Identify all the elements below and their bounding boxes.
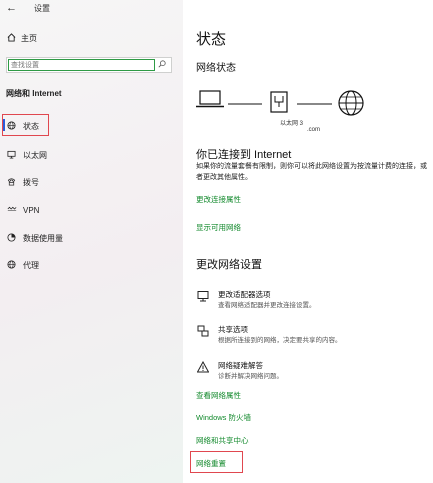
adapter-icon — [197, 290, 209, 302]
change-connection-properties-link[interactable]: 更改连接属性 — [196, 194, 241, 205]
warning-icon — [196, 360, 210, 373]
change-adapter-options[interactable]: 更改适配器选项 查看网络适配器并更改连接设置。 — [196, 289, 426, 313]
option-desc: 查看网络适配器并更改连接设置。 — [218, 302, 316, 309]
sidebar-item-proxy[interactable]: 代理 — [7, 259, 39, 271]
vpn-icon — [7, 205, 23, 215]
back-arrow-icon[interactable]: ← — [6, 2, 20, 14]
page-title: 状态 — [196, 31, 227, 48]
sidebar-item-data-usage[interactable]: 数据使用量 — [7, 232, 63, 244]
app-title: 设置 — [34, 3, 50, 13]
home-icon — [7, 33, 21, 44]
network-reset-highlight — [190, 451, 243, 473]
sharing-icon — [197, 325, 209, 337]
network-domain: .com — [307, 127, 321, 133]
sidebar-item-ethernet[interactable]: 以太网 — [7, 149, 47, 161]
connection-status-title: 你已连接到 Internet — [196, 149, 292, 161]
sidebar-item-label: 代理 — [23, 260, 39, 270]
sidebar-item-label: 拨号 — [23, 177, 39, 187]
network-sharing-center-link[interactable]: 网络和共享中心 — [196, 435, 249, 446]
search-input[interactable] — [8, 59, 155, 71]
network-troubleshooter[interactable]: 网络疑难解答 诊断并解决网络问题。 — [196, 360, 426, 384]
proxy-globe-icon — [7, 259, 23, 271]
search-icon[interactable] — [158, 60, 166, 70]
adapter-name: 以太网 3 — [280, 121, 304, 127]
sidebar-item-label: VPN — [23, 205, 40, 215]
connection-status-desc: 如果你的流量套餐有限制，则你可以将此网络设置为按流量计费的连接，或者更改其他属性… — [196, 163, 427, 181]
router-icon — [270, 91, 288, 113]
option-desc: 根据所连接到的网络，决定要共享的内容。 — [218, 337, 342, 344]
data-usage-icon — [7, 232, 23, 244]
sidebar: ← 设置 主页 网络和 Internet 状态 — [0, 0, 183, 483]
ethernet-icon — [7, 150, 23, 161]
laptop-icon — [196, 90, 224, 108]
globe-status-icon — [7, 120, 23, 132]
main-panel: 状态 网络状态 以太网 3 .com 你已连接到 Internet 如果你的流量… — [183, 0, 433, 483]
sidebar-item-label: 主页 — [21, 34, 37, 43]
search-box — [6, 57, 172, 73]
sidebar-item-vpn[interactable]: VPN — [7, 204, 39, 216]
network-status-heading: 网络状态 — [196, 63, 236, 74]
network-diagram: 以太网 3 .com — [196, 86, 426, 138]
show-available-networks-link[interactable]: 显示可用网络 — [196, 222, 241, 233]
view-network-properties-link[interactable]: 查看网络属性 — [196, 390, 241, 401]
change-network-settings-heading: 更改网络设置 — [196, 259, 262, 271]
sidebar-item-dialup[interactable]: 拨号 — [7, 176, 39, 188]
sidebar-item-status[interactable]: 状态 — [7, 120, 39, 132]
selection-indicator — [3, 119, 5, 131]
sidebar-item-home[interactable]: 主页 — [7, 33, 37, 44]
section-title: 网络和 Internet — [6, 89, 62, 98]
settings-window: ← 设置 主页 网络和 Internet 状态 — [0, 0, 433, 483]
option-desc: 诊断并解决网络问题。 — [218, 373, 283, 380]
sidebar-item-label: 数据使用量 — [23, 233, 63, 243]
title-bar: ← 设置 — [6, 1, 50, 15]
sharing-options[interactable]: 共享选项 根据所连接到的网络，决定要共享的内容。 — [196, 324, 426, 348]
sidebar-item-label: 状态 — [23, 121, 39, 131]
internet-globe-icon — [338, 90, 364, 116]
windows-firewall-link[interactable]: Windows 防火墙 — [196, 412, 251, 423]
dialup-icon — [7, 177, 23, 188]
sidebar-item-label: 以太网 — [23, 150, 47, 160]
